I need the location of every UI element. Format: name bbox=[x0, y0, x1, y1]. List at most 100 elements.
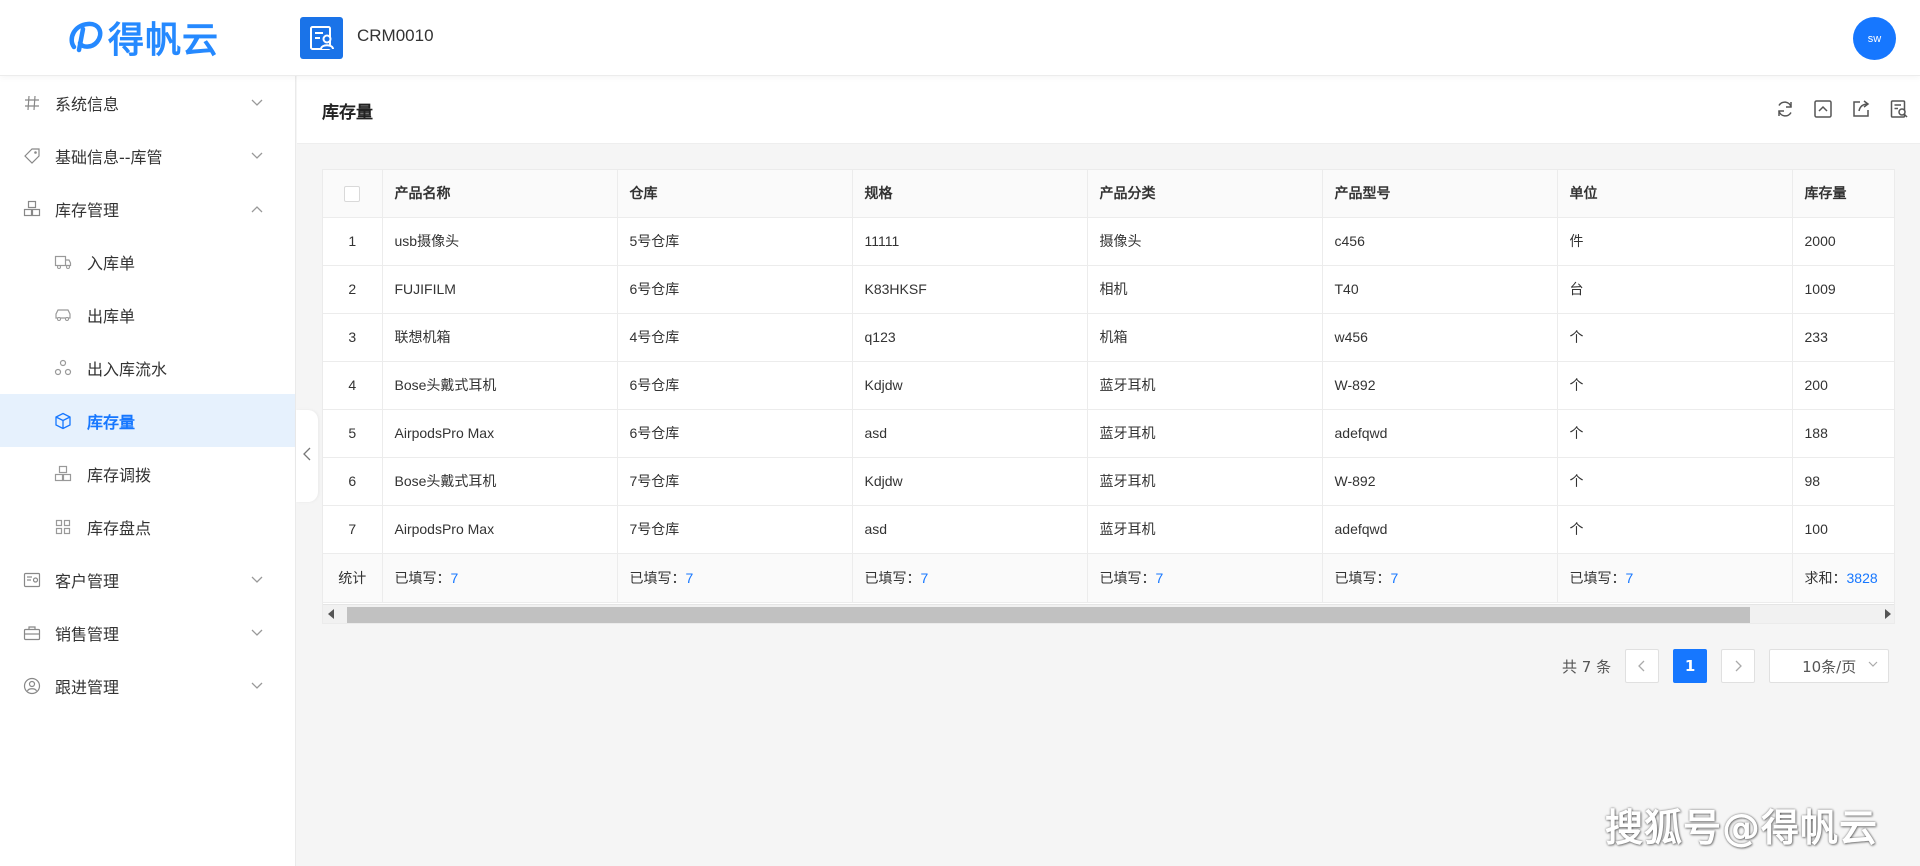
next-page-button[interactable] bbox=[1721, 649, 1756, 683]
summary-filled-label: 已填写： bbox=[1569, 569, 1626, 586]
column-header[interactable]: 产品名称 bbox=[382, 170, 618, 218]
sidebar-item-label: 系统信息 bbox=[55, 94, 120, 114]
sidebar-item-inventory-management[interactable]: 库存管理 bbox=[0, 182, 295, 235]
table-row[interactable]: 2 FUJIFILM 6号仓库 K83HKSF 相机 T40 台 1009 bbox=[323, 265, 1894, 314]
cell-spec: asd bbox=[852, 409, 1088, 458]
cubes-icon bbox=[22, 199, 42, 219]
sidebar-subitem-outbound[interactable]: 出库单 bbox=[0, 288, 295, 341]
column-header[interactable]: 产品分类 bbox=[1087, 170, 1323, 218]
report-icon[interactable] bbox=[1888, 98, 1910, 120]
inventory-table: 产品名称 仓库 规格 产品分类 产品型号 单位 库存量 1 usb摄像头 5号仓… bbox=[322, 169, 1895, 624]
summary-label: 统计 bbox=[323, 553, 383, 603]
share-icon[interactable] bbox=[1850, 98, 1872, 120]
sidebar-item-label: 跟进管理 bbox=[55, 677, 120, 697]
cell-warehouse: 7号仓库 bbox=[617, 505, 853, 554]
sidebar: 系统信息 基础信息--库管 库存管理 入库单 出库单 出入库流水 库存量 库存调… bbox=[0, 76, 296, 866]
page-size-value: 10条/页 bbox=[1802, 657, 1857, 676]
scrollbar-thumb[interactable] bbox=[347, 607, 1750, 623]
column-header[interactable]: 产品型号 bbox=[1322, 170, 1558, 218]
cell-category: 机箱 bbox=[1087, 313, 1323, 362]
page-title: 库存量 bbox=[322, 103, 373, 123]
page-size-select[interactable]: 10条/页 bbox=[1769, 649, 1890, 683]
sidebar-subitem-transfer[interactable]: 库存调拨 bbox=[0, 447, 295, 500]
summary-cell: 已填写：7 bbox=[617, 553, 853, 603]
column-header[interactable]: 库存量 bbox=[1792, 170, 1894, 218]
sidebar-item-followup-management[interactable]: 跟进管理 bbox=[0, 659, 295, 712]
cell-spec: Kdjdw bbox=[852, 361, 1088, 410]
row-index: 1 bbox=[323, 217, 383, 266]
column-header[interactable]: 单位 bbox=[1557, 170, 1793, 218]
table-header-row: 产品名称 仓库 规格 产品分类 产品型号 单位 库存量 bbox=[323, 170, 1894, 218]
page-number-button[interactable]: 1 bbox=[1673, 649, 1708, 683]
column-header[interactable]: 仓库 bbox=[617, 170, 853, 218]
app-icon[interactable] bbox=[300, 17, 343, 59]
cell-category: 蓝牙耳机 bbox=[1087, 409, 1323, 458]
cell-quantity: 98 bbox=[1792, 457, 1894, 506]
collapse-up-icon[interactable] bbox=[1812, 98, 1834, 120]
select-all-checkbox-cell[interactable] bbox=[323, 170, 383, 218]
sidebar-subitem-stocktaking[interactable]: 库存盘点 bbox=[0, 500, 295, 553]
logo[interactable]: 得帆云 bbox=[66, 14, 220, 61]
cell-category: 蓝牙耳机 bbox=[1087, 361, 1323, 410]
tag-icon bbox=[22, 146, 42, 166]
row-index: 6 bbox=[323, 457, 383, 506]
refresh-icon[interactable] bbox=[1774, 98, 1796, 120]
table-row[interactable]: 1 usb摄像头 5号仓库 11111 摄像头 c456 件 2000 bbox=[323, 217, 1894, 266]
horizontal-scrollbar[interactable] bbox=[323, 604, 1894, 623]
row-index: 5 bbox=[323, 409, 383, 458]
summary-cell: 已填写：7 bbox=[382, 553, 618, 603]
pagination-total: 共 7 条 bbox=[1562, 657, 1612, 676]
cell-unit: 个 bbox=[1557, 505, 1793, 554]
table-row[interactable]: 5 AirpodsPro Max 6号仓库 asd 蓝牙耳机 adefqwd 个… bbox=[323, 409, 1894, 458]
summary-cell: 已填写：7 bbox=[1557, 553, 1793, 603]
user-circle-icon bbox=[22, 676, 42, 696]
cell-model: adefqwd bbox=[1322, 505, 1558, 554]
summary-filled-label: 已填写： bbox=[864, 569, 921, 586]
sidebar-subitem-label: 出库单 bbox=[87, 306, 136, 326]
summary-filled-value: 7 bbox=[1390, 569, 1399, 586]
top-bar: 得帆云 CRM0010 sw bbox=[0, 0, 1920, 76]
sidebar-collapse-handle[interactable] bbox=[296, 410, 318, 502]
cell-model: adefqwd bbox=[1322, 409, 1558, 458]
sidebar-item-sales-management[interactable]: 销售管理 bbox=[0, 606, 295, 659]
app-name: CRM0010 bbox=[357, 26, 434, 45]
chevron-down-icon bbox=[250, 573, 264, 587]
sidebar-subitem-stock-quantity[interactable]: 库存量 bbox=[0, 394, 295, 447]
avatar[interactable]: sw bbox=[1853, 17, 1896, 60]
summary-filled-value: 7 bbox=[1155, 569, 1164, 586]
table-row[interactable]: 4 Bose头戴式耳机 6号仓库 Kdjdw 蓝牙耳机 W-892 个 200 bbox=[323, 361, 1894, 410]
table-row[interactable]: 3 联想机箱 4号仓库 q123 机箱 w456 个 233 bbox=[323, 313, 1894, 362]
scroll-right-arrow-icon[interactable] bbox=[1885, 609, 1891, 619]
logo-text: 得帆云 bbox=[108, 20, 220, 61]
logo-mark-icon bbox=[66, 17, 106, 57]
cell-warehouse: 7号仓库 bbox=[617, 457, 853, 506]
grid-icon bbox=[53, 517, 73, 537]
summary-filled-label: 已填写： bbox=[1334, 569, 1391, 586]
cell-quantity: 233 bbox=[1792, 313, 1894, 362]
hash-icon bbox=[22, 93, 42, 113]
column-header[interactable]: 规格 bbox=[852, 170, 1088, 218]
cell-product-name: Bose头戴式耳机 bbox=[382, 457, 618, 506]
main-content: 库存量 产品名称 仓库 规格 产品分类 产品型号 单位 库存量 1 usb摄像头… bbox=[297, 76, 1920, 866]
chevron-down-icon bbox=[1868, 661, 1878, 667]
cell-warehouse: 6号仓库 bbox=[617, 265, 853, 314]
sidebar-subitem-label: 库存盘点 bbox=[87, 518, 152, 538]
sidebar-item-system-info[interactable]: 系统信息 bbox=[0, 76, 295, 129]
cell-unit: 个 bbox=[1557, 457, 1793, 506]
scroll-left-arrow-icon[interactable] bbox=[328, 609, 334, 619]
sidebar-subitem-inbound[interactable]: 入库单 bbox=[0, 235, 295, 288]
briefcase-icon bbox=[22, 623, 42, 643]
cell-unit: 个 bbox=[1557, 409, 1793, 458]
summary-cell: 已填写：7 bbox=[852, 553, 1088, 603]
watermark: 搜狐号@得帆云 bbox=[1605, 806, 1879, 850]
select-all-checkbox[interactable] bbox=[344, 185, 361, 202]
sidebar-item-customer-management[interactable]: 客户管理 bbox=[0, 553, 295, 606]
cell-warehouse: 5号仓库 bbox=[617, 217, 853, 266]
sidebar-item-basic-info[interactable]: 基础信息--库管 bbox=[0, 129, 295, 182]
table-row[interactable]: 6 Bose头戴式耳机 7号仓库 Kdjdw 蓝牙耳机 W-892 个 98 bbox=[323, 457, 1894, 506]
table-row[interactable]: 7 AirpodsPro Max 7号仓库 asd 蓝牙耳机 adefqwd 个… bbox=[323, 505, 1894, 554]
sidebar-subitem-stock-flow[interactable]: 出入库流水 bbox=[0, 341, 295, 394]
contact-card-icon bbox=[22, 570, 42, 590]
prev-page-button[interactable] bbox=[1625, 649, 1660, 683]
car-icon bbox=[53, 305, 73, 325]
